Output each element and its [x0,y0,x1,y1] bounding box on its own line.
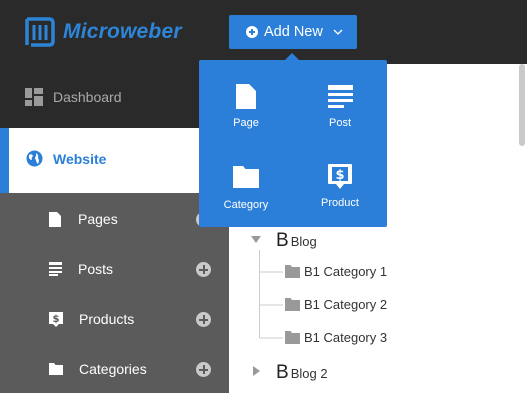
blog-letter-icon: B [276,362,289,383]
blog-2-label: Blog 2 [290,366,328,381]
active-indicator [0,128,9,193]
add-product-option[interactable]: $ Product [293,164,387,209]
tree-item-category-2[interactable]: B1 Category 2 [285,297,387,312]
add-page-option[interactable]: Page [199,84,293,129]
microweber-logo-icon [25,17,55,47]
tree-item-blog[interactable]: B Blog [276,230,317,252]
website-label: Website [53,150,107,167]
pages-label: Pages [78,211,118,227]
product-icon: $ [49,311,63,327]
category-label: B1 Category 2 [304,297,388,312]
page-option-label: Page [233,117,259,129]
tree-item-category-1[interactable]: B1 Category 1 [285,264,387,279]
sidebar-item-posts[interactable]: Posts [49,261,113,277]
blog-label: Blog [290,234,317,249]
product-option-label: Product [321,197,359,209]
folder-icon [49,363,63,375]
svg-text:$: $ [53,314,60,325]
post-icon [327,85,353,108]
sidebar-item-dashboard[interactable]: Dashboard [25,88,122,106]
add-category-option[interactable]: Category [199,166,293,211]
chevron-down-icon [333,29,343,35]
folder-icon [285,265,300,278]
globe-icon [26,150,43,167]
add-product-icon[interactable] [196,312,211,327]
page-icon [236,84,256,109]
collapse-arrow-icon[interactable] [253,366,261,376]
brand-name: Microweber [63,20,182,43]
sidebar-item-categories[interactable]: Categories [49,361,147,377]
category-label: B1 Category 1 [304,264,388,279]
svg-text:$: $ [335,168,344,183]
add-new-button[interactable]: Add New [229,15,357,49]
scrollbar-thumb[interactable] [519,64,525,146]
plus-circle-icon [246,26,258,38]
tree-item-category-3[interactable]: B1 Category 3 [285,330,387,345]
sidebar-item-products[interactable]: $ Products [49,311,134,327]
tree-item-blog-2[interactable]: B Blog 2 [276,362,328,384]
add-post-icon[interactable] [196,262,211,277]
folder-icon [233,166,259,188]
blog-letter-icon: B [276,230,289,251]
posts-label: Posts [78,261,114,277]
category-option-label: Category [223,199,269,211]
product-icon: $ [328,164,352,189]
categories-label: Categories [79,361,147,377]
page-icon [49,211,61,227]
sidebar-item-pages[interactable]: Pages [49,211,118,227]
logo[interactable]: Microweber [22,14,182,50]
add-category-icon[interactable] [196,362,211,377]
add-new-dropdown: Page Post Category $ Product [199,60,387,227]
posts-icon [49,262,62,276]
dashboard-label: Dashboard [53,89,122,105]
expand-arrow-icon[interactable] [251,236,261,244]
add-post-option[interactable]: Post [293,84,387,129]
products-label: Products [79,311,135,327]
post-option-label: Post [328,117,351,129]
sidebar-item-website[interactable]: Website [26,150,106,167]
add-new-label: Add New [264,24,323,40]
dashboard-icon [25,88,43,106]
folder-icon [285,331,300,344]
folder-icon [285,298,300,311]
category-label: B1 Category 3 [304,330,388,345]
